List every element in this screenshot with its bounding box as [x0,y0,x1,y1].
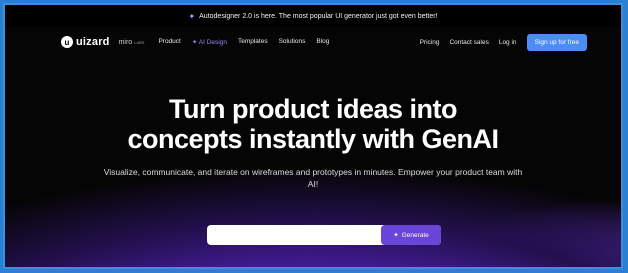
nav-links: Product ✦ AI Design Templates Solutions … [158,38,329,46]
generate-button[interactable]: ✦ Generate [381,225,441,245]
logo[interactable]: u uizard miro LABS [61,36,144,48]
browser-frame: ✦ Autodesigner 2.0 is here. The most pop… [3,3,623,269]
miro-badge: miro LABS [118,38,145,46]
sparkle-icon: ✦ [393,232,399,239]
nav-log-in[interactable]: Log in [499,39,517,46]
hero-subtitle: Visualize, communicate, and iterate on w… [103,167,523,189]
nav-templates[interactable]: Templates [238,38,268,46]
sparkle-icon: ✦ [188,11,196,21]
nav-contact-sales[interactable]: Contact sales [449,39,488,46]
prompt-input[interactable] [207,225,381,245]
nav-right: Pricing Contact sales Log in Sign up for… [420,33,587,51]
announcement-text: Autodesigner 2.0 is here. The most popul… [199,12,438,20]
hero-title: Turn product ideas into concepts instant… [127,94,499,154]
logo-text: uizard [76,36,110,48]
sign-up-button[interactable]: Sign up for free [526,33,587,51]
prompt-form: ✦ Generate [207,225,441,245]
nav-ai-design[interactable]: ✦ AI Design [192,38,227,46]
announcement-bar[interactable]: ✦ Autodesigner 2.0 is here. The most pop… [5,5,621,27]
nav-product[interactable]: Product [158,38,180,46]
uizard-logo-icon: u [61,36,73,48]
nav-blog[interactable]: Blog [316,38,329,46]
hero: Turn product ideas into concepts instant… [5,94,621,190]
top-nav: u uizard miro LABS Product ✦ AI Design Te… [5,27,621,57]
nav-pricing[interactable]: Pricing [420,39,440,46]
nav-solutions[interactable]: Solutions [279,38,306,46]
